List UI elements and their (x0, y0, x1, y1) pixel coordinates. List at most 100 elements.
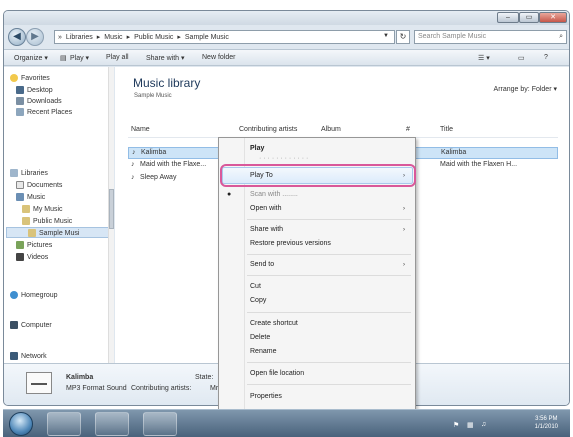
preview-pane-icon[interactable]: ▭ (518, 54, 525, 62)
breadcrumb-sample-music[interactable]: Sample Music (185, 34, 229, 41)
command-bar: Organize ▾ ▤ Play ▾ Play all Share with … (4, 49, 569, 66)
menu-copy[interactable]: Copy (250, 297, 266, 304)
nav-scrollbar[interactable] (108, 67, 114, 363)
menu-rename[interactable]: Rename (250, 348, 276, 355)
breadcrumb-music[interactable]: Music (104, 34, 122, 41)
new-folder-button[interactable]: New folder (202, 54, 235, 61)
folder-icon (28, 229, 36, 237)
scan-icon: ● (227, 191, 232, 198)
nav-pictures[interactable]: Pictures (16, 241, 52, 249)
nav-downloads[interactable]: Downloads (16, 97, 62, 105)
library-subtitle[interactable]: Sample Music (134, 93, 172, 99)
computer-icon (10, 321, 18, 329)
breadcrumb-separator[interactable]: ▸ (177, 33, 181, 41)
breadcrumb-separator[interactable]: ▸ (97, 33, 101, 41)
tray-volume-icon[interactable]: ♫ (481, 421, 486, 428)
breadcrumb-overflow[interactable]: » (58, 34, 62, 41)
breadcrumb-libraries[interactable]: Libraries (66, 34, 93, 41)
menu-cut[interactable]: Cut (250, 283, 261, 290)
play-icon: ▤ (60, 55, 67, 62)
column-title[interactable]: Title (440, 126, 453, 133)
refresh-icon[interactable]: ↻ (396, 30, 410, 44)
views-icon[interactable]: ☰ ▾ (478, 54, 490, 62)
taskbar-internet-explorer-icon[interactable] (47, 412, 81, 436)
arrange-label: Arrange by: (493, 86, 530, 93)
recent-places-icon (16, 108, 24, 116)
music-icon (16, 193, 24, 201)
details-artists-value[interactable]: Mr (210, 385, 218, 392)
menu-delete[interactable]: Delete (250, 334, 270, 341)
breadcrumb-public-music[interactable]: Public Music (134, 34, 173, 41)
search-input[interactable]: Search Sample Music ⌕ (414, 30, 567, 44)
homegroup-icon (10, 291, 18, 299)
nav-homegroup[interactable]: Homegroup (10, 291, 58, 299)
audio-file-icon: ♪ (132, 149, 136, 156)
column-album[interactable]: Album (321, 126, 341, 133)
nav-desktop[interactable]: Desktop (16, 86, 53, 94)
scrollbar-thumb[interactable] (109, 189, 114, 229)
details-name: Kalimba (66, 374, 94, 381)
play-all-button[interactable]: Play all (106, 54, 129, 61)
details-artists-label: Contributing artists: (131, 385, 192, 392)
menu-play[interactable]: Play (250, 145, 264, 152)
menu-properties[interactable]: Properties (250, 393, 282, 400)
submenu-arrow-icon: › (403, 227, 405, 233)
help-icon[interactable]: ? (544, 54, 548, 61)
tray-clock[interactable]: 3:56 PM 1/1/2010 (535, 415, 558, 431)
arrange-value[interactable]: Folder ▾ (532, 86, 557, 93)
address-bar[interactable]: » Libraries ▸ Music ▸ Public Music ▸ Sam… (54, 30, 395, 44)
back-button[interactable]: ◀ (8, 28, 26, 46)
nav-favorites[interactable]: Favorites (10, 74, 50, 82)
maximize-button[interactable]: ▭ (519, 12, 539, 23)
desktop-icon (16, 86, 24, 94)
taskbar-explorer-icon[interactable] (95, 412, 129, 436)
menu-play-secondary: · · · · · · · · · · · · (259, 155, 309, 162)
submenu-arrow-icon: › (403, 206, 405, 212)
tray-network-icon[interactable]: ▦ (467, 421, 474, 429)
start-button[interactable] (9, 412, 33, 436)
submenu-arrow-icon: › (403, 262, 405, 268)
share-with-button[interactable]: Share with ▾ (146, 54, 185, 62)
menu-open-with[interactable]: Open with (250, 205, 282, 212)
nav-computer[interactable]: Computer (10, 321, 52, 329)
nav-documents[interactable]: Documents (16, 181, 62, 189)
column-name[interactable]: Name (131, 126, 150, 133)
menu-play-to[interactable]: Play To (250, 172, 273, 179)
nav-public-music[interactable]: Public Music (22, 217, 72, 225)
breadcrumb-separator[interactable]: ▸ (127, 33, 131, 41)
forward-button[interactable]: ▶ (26, 28, 44, 46)
nav-recent-places[interactable]: Recent Places (16, 108, 72, 116)
menu-open-file-location[interactable]: Open file location (250, 370, 304, 377)
menu-separator (247, 312, 411, 313)
menu-share-with[interactable]: Share with (250, 226, 283, 233)
nav-music[interactable]: Music (16, 193, 45, 201)
tray-flag-icon[interactable]: ⚑ (453, 421, 459, 429)
address-dropdown-icon[interactable]: ▼ (378, 30, 394, 44)
libraries-icon (10, 169, 18, 177)
menu-scan[interactable]: Scan with ........ (250, 191, 298, 198)
nav-sample-music[interactable]: Sample Musi (28, 229, 79, 237)
menu-separator (247, 275, 411, 276)
videos-icon (16, 253, 24, 261)
file-thumbnail-icon (26, 372, 52, 394)
close-button[interactable]: ✕ (539, 12, 567, 23)
menu-create-shortcut[interactable]: Create shortcut (250, 320, 298, 327)
clock-date: 1/1/2010 (534, 424, 558, 430)
search-placeholder: Search Sample Music (418, 33, 487, 40)
taskbar-media-player-icon[interactable] (143, 412, 177, 436)
play-button[interactable]: Play ▾ (70, 54, 89, 62)
nav-network[interactable]: Network (10, 352, 47, 360)
context-menu: Play · · · · · · · · · · · · Play To › ●… (218, 137, 416, 410)
folder-icon (22, 217, 30, 225)
menu-restore-previous-versions[interactable]: Restore previous versions (250, 240, 331, 247)
nav-my-music[interactable]: My Music (22, 205, 63, 213)
arrange-by[interactable]: Arrange by: Folder ▾ (494, 85, 557, 93)
organize-button[interactable]: Organize ▾ (14, 54, 48, 62)
search-icon[interactable]: ⌕ (559, 31, 563, 43)
menu-send-to[interactable]: Send to (250, 261, 274, 268)
column-contributing-artists[interactable]: Contributing artists (239, 126, 297, 133)
minimize-button[interactable]: – (497, 12, 519, 23)
nav-videos[interactable]: Videos (16, 253, 48, 261)
nav-libraries[interactable]: Libraries (10, 169, 48, 177)
column-number[interactable]: # (406, 126, 410, 133)
